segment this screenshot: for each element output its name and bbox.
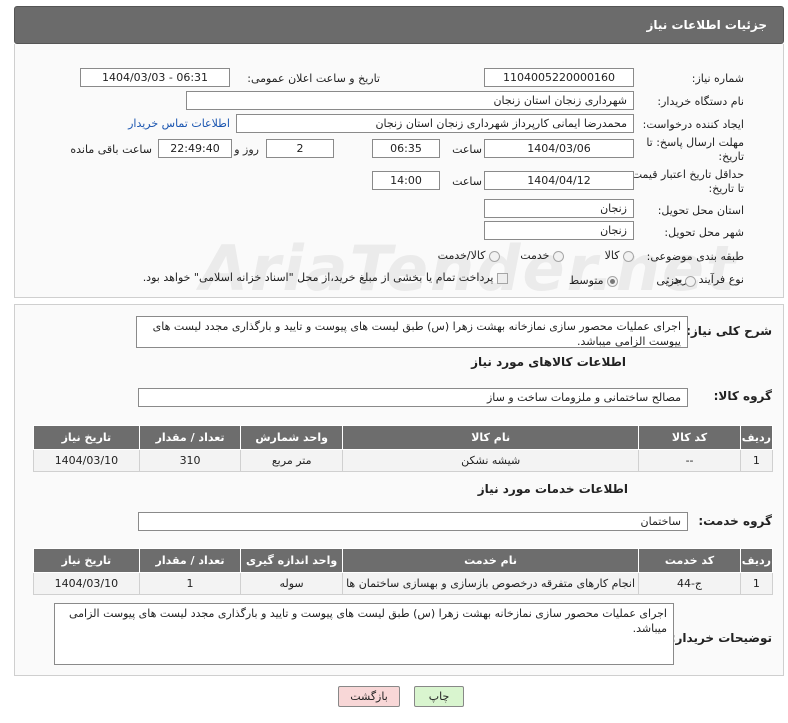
announce-label: تاریخ و ساعت اعلان عمومی: [247, 72, 380, 85]
col-row: ردیف [739, 425, 774, 450]
process-option-medium[interactable]: متوسط [569, 274, 618, 287]
cell-row: 1 [739, 572, 774, 595]
goods-table-header: ردیف کد کالا نام کالا واحد شمارش تعداد /… [33, 425, 774, 450]
days-count-field[interactable]: 2 [266, 139, 334, 158]
radio-service[interactable] [553, 250, 564, 262]
category-option-goods-service[interactable]: کالا/خدمت [438, 249, 500, 262]
need-number-label: شماره نیاز: [691, 72, 744, 85]
page-title: جزئیات اطلاعات نیاز [646, 18, 767, 32]
goods-group-label: گروه کالا: [713, 389, 772, 403]
radio-minor[interactable] [685, 275, 696, 287]
col-row: ردیف [739, 548, 774, 573]
category-label: طبقه بندی موضوعی: [646, 250, 744, 263]
province-field[interactable]: زنجان [484, 199, 634, 218]
deadline-time-label: ساعت [452, 143, 482, 156]
cell-need-date: 1404/03/10 [33, 449, 140, 472]
cell-service-code: ج-44 [638, 572, 741, 595]
description-label: شرح کلی نیاز: [686, 324, 772, 338]
col-service-name: نام خدمت [341, 548, 640, 573]
cell-unit: متر مربع [240, 449, 343, 472]
buyer-contact-link[interactable]: اطلاعات تماس خریدار [128, 117, 230, 130]
remaining-label: ساعت باقی مانده [70, 143, 152, 156]
col-quantity: تعداد / مقدار [138, 425, 242, 450]
panel-header: جزئیات اطلاعات نیاز [14, 6, 784, 44]
remaining-time-field[interactable]: 22:49:40 [158, 139, 232, 158]
service-group-field[interactable]: ساختمان [138, 512, 688, 531]
goods-section-title: اطلاعات کالاهای مورد نیاز [471, 355, 626, 369]
print-button[interactable]: چاپ [414, 686, 464, 707]
category-option-goods[interactable]: کالا [605, 249, 634, 262]
buyer-org-label: نام دستگاه خریدار: [657, 95, 744, 108]
cell-service-name: انجام کارهای متفرقه درخصوص بازسازی و بهس… [341, 572, 640, 595]
col-goods-name: نام کالا [341, 425, 640, 450]
col-goods-code: کد کالا [638, 425, 741, 450]
creator-label: ایجاد کننده درخواست: [642, 118, 744, 131]
description-text[interactable]: اجرای عملیات محصور سازی نمازخانه بهشت زه… [136, 316, 688, 348]
cell-quantity: 310 [138, 449, 242, 472]
services-section-title: اطلاعات خدمات مورد نیاز [477, 482, 628, 496]
table-row[interactable]: 1 ج-44 انجام کارهای متفرقه درخصوص بازساز… [33, 572, 774, 595]
radio-medium[interactable] [607, 275, 618, 287]
price-validity-date-label: تا تاریخ: [708, 182, 744, 195]
days-label: روز و [234, 143, 259, 156]
radio-goods[interactable] [623, 250, 634, 262]
deadline-date-field[interactable]: 1404/03/06 [484, 139, 634, 158]
category-option-service[interactable]: خدمت [520, 249, 564, 262]
service-group-label: گروه خدمت: [698, 514, 772, 528]
deadline-date-label: تاریخ: [718, 150, 744, 163]
cell-need-date: 1404/03/10 [33, 572, 140, 595]
announce-datetime-field[interactable]: 1404/03/03 - 06:31 [80, 68, 230, 87]
cell-goods-name: شیشه نشکن [341, 449, 640, 472]
treasury-checkbox[interactable] [497, 272, 508, 284]
city-label: شهر محل تحویل: [664, 226, 744, 239]
deadline-label: مهلت ارسال پاسخ: تا [646, 136, 744, 149]
price-validity-date-field[interactable]: 1404/04/12 [484, 171, 634, 190]
col-need-date: تاریخ نیاز [33, 548, 140, 573]
cell-goods-code: -- [638, 449, 741, 472]
col-measure-unit: واحد اندازه گیری [240, 548, 343, 573]
process-option-minor[interactable]: جزیی [656, 274, 696, 287]
buyer-notes-text[interactable]: اجرای عملیات محصور سازی نمازخانه بهشت زه… [54, 603, 674, 665]
goods-table: ردیف کد کالا نام کالا واحد شمارش تعداد /… [33, 425, 774, 472]
table-row[interactable]: 1 -- شیشه نشکن متر مربع 310 1404/03/10 [33, 449, 774, 472]
buyer-notes-label: توضیحات خریدار: [670, 631, 772, 645]
services-table-header: ردیف کد خدمت نام خدمت واحد اندازه گیری ت… [33, 548, 774, 573]
col-service-code: کد خدمت [638, 548, 741, 573]
price-validity-label: حداقل تاریخ اعتبار قیمت: [628, 168, 744, 181]
cell-quantity: 1 [138, 572, 242, 595]
creator-field[interactable]: محمدرضا ایمانی کارپرداز شهرداری زنجان اس… [236, 114, 634, 133]
back-button[interactable]: بازگشت [338, 686, 400, 707]
need-number-field[interactable]: 1104005220000160 [484, 68, 634, 87]
price-validity-time-field[interactable]: 14:00 [372, 171, 440, 190]
radio-goods-service[interactable] [489, 250, 500, 262]
col-need-date: تاریخ نیاز [33, 425, 140, 450]
cell-measure-unit: سوله [240, 572, 343, 595]
goods-group-field[interactable]: مصالح ساختمانی و ملزومات ساخت و ساز [138, 388, 688, 407]
services-table: ردیف کد خدمت نام خدمت واحد اندازه گیری ت… [33, 548, 774, 595]
buyer-org-field[interactable]: شهرداری زنجان استان زنجان [186, 91, 634, 110]
province-label: استان محل تحویل: [657, 204, 744, 217]
city-field[interactable]: زنجان [484, 221, 634, 240]
price-validity-time-label: ساعت [452, 175, 482, 188]
col-unit: واحد شمارش [240, 425, 343, 450]
col-quantity: تعداد / مقدار [138, 548, 242, 573]
treasury-payment-option[interactable]: پرداخت تمام یا بخشی از مبلغ خرید،از محل … [143, 271, 508, 284]
deadline-time-field[interactable]: 06:35 [372, 139, 440, 158]
cell-row: 1 [739, 449, 774, 472]
